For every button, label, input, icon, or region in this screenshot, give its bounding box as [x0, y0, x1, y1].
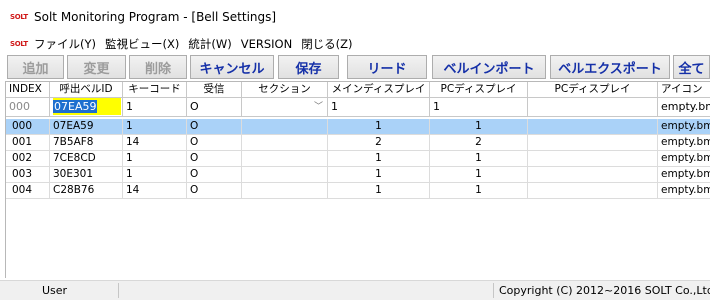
cell-pc-display-2	[528, 151, 658, 167]
bell-export-button[interactable]: ベルエクスポート	[550, 55, 670, 79]
chevron-down-icon[interactable]: ﹀	[314, 98, 323, 116]
cell-call-bell-id: C28B76	[50, 183, 123, 199]
cell-index: 002	[6, 151, 50, 167]
cell-pc-display-2	[528, 183, 658, 199]
key-code-input[interactable]: 1	[123, 98, 187, 117]
save-button[interactable]: 保存	[278, 55, 339, 79]
column-header-index[interactable]: INDEX	[6, 82, 50, 98]
bell-import-button[interactable]: ベルインポート	[432, 55, 546, 79]
cell-key-code: 14	[123, 183, 187, 199]
cell-pc-display-2	[528, 135, 658, 151]
cell-icon: empty.bmp	[658, 183, 710, 199]
cell-index: 003	[6, 167, 50, 183]
cell-index: 000	[6, 119, 50, 135]
status-copyright: Copyright (C) 2012~2016 SOLT Co.,Ltd. A	[499, 284, 710, 297]
column-header-icon[interactable]: アイコン	[658, 82, 710, 98]
column-header-section[interactable]: セクション	[242, 82, 328, 98]
table-row[interactable]: 001 7B5AF8 14 O 2 2 empty.bmp	[6, 135, 710, 151]
cell-pc-display-1: 1	[430, 151, 528, 167]
cell-received: O	[187, 167, 242, 183]
table-row[interactable]: 000 07EA59 1 O 1 1 empty.bmp	[6, 119, 710, 135]
main-display-input[interactable]: 1	[328, 98, 430, 117]
cell-pc-display-2	[528, 167, 658, 183]
received-input[interactable]: O	[187, 98, 242, 117]
delete-button[interactable]: 削除	[129, 55, 187, 79]
cell-icon: empty.bmp	[658, 135, 710, 151]
menu-bar: SOLT ファイル(Y) 監視ビュー(X) 統計(W) VERSION 閉じる(…	[0, 34, 710, 54]
column-header-call-bell-id[interactable]: 呼出ベルID	[50, 82, 123, 98]
section-select[interactable]: ﹀	[242, 98, 328, 117]
change-button[interactable]: 変更	[67, 55, 126, 79]
cell-index: 001	[6, 135, 50, 151]
cell-main-display: 1	[328, 119, 430, 135]
cell-key-code: 14	[123, 135, 187, 151]
grid-header: INDEX 呼出ベルID キーコード 受信 セクション メインディスプレイ PC…	[6, 82, 710, 98]
cell-call-bell-id: 7B5AF8	[50, 135, 123, 151]
cell-pc-display-1: 1	[430, 183, 528, 199]
cell-call-bell-id: 7CE8CD	[50, 151, 123, 167]
edit-index: 000	[6, 98, 50, 117]
column-header-main-display[interactable]: メインディスプレイ	[328, 82, 430, 98]
column-header-key-code[interactable]: キーコード	[123, 82, 187, 98]
call-bell-id-selected-text: 07EA59	[53, 100, 98, 113]
call-bell-id-input[interactable]: 07EA59	[53, 98, 121, 115]
status-user: User	[42, 284, 68, 297]
add-button[interactable]: 追加	[7, 55, 64, 79]
cell-received: O	[187, 119, 242, 135]
cell-pc-display-1: 1	[430, 119, 528, 135]
menu-version[interactable]: VERSION	[239, 37, 299, 51]
cell-section	[242, 135, 328, 151]
table-row[interactable]: 004 C28B76 14 O 1 1 empty.bmp	[6, 183, 710, 199]
cell-index: 004	[6, 183, 50, 199]
cell-section	[242, 151, 328, 167]
cell-icon: empty.bmp	[658, 119, 710, 135]
cell-pc-display-1: 2	[430, 135, 528, 151]
cell-section	[242, 119, 328, 135]
edit-row: 000 07EA59 1 O ﹀ 1 1 empty.bmp	[6, 98, 710, 117]
cell-icon: empty.bmp	[658, 151, 710, 167]
menu-monitor-view[interactable]: 監視ビュー(X)	[103, 36, 186, 52]
pc-display-1-input[interactable]: 1	[430, 98, 528, 117]
status-bar: User Copyright (C) 2012~2016 SOLT Co.,Lt…	[0, 280, 710, 300]
cell-icon: empty.bmp	[658, 167, 710, 183]
cell-call-bell-id: 30E301	[50, 167, 123, 183]
cell-received: O	[187, 135, 242, 151]
cell-main-display: 1	[328, 151, 430, 167]
toolbar: 追加 変更 削除 キャンセル 保存 リード ベルインポート ベルエクスポート 全…	[0, 55, 710, 80]
cell-main-display: 1	[328, 183, 430, 199]
cell-key-code: 1	[123, 167, 187, 183]
column-header-pc-display-2[interactable]: PCディスプレイ	[528, 82, 658, 98]
title-bar: SOLT Solt Monitoring Program - [Bell Set…	[0, 0, 710, 34]
cell-section	[242, 183, 328, 199]
menu-statistics[interactable]: 統計(W)	[186, 36, 238, 52]
cancel-button[interactable]: キャンセル	[190, 55, 274, 79]
status-divider	[493, 283, 494, 298]
cell-key-code: 1	[123, 151, 187, 167]
cell-main-display: 2	[328, 135, 430, 151]
menu-close[interactable]: 閉じる(Z)	[299, 36, 359, 52]
all-button[interactable]: 全て	[673, 55, 710, 79]
icon-input[interactable]: empty.bmp	[658, 98, 710, 117]
cell-pc-display-2	[528, 119, 658, 135]
column-header-received[interactable]: 受信	[187, 82, 242, 98]
window-title: Solt Monitoring Program - [Bell Settings…	[34, 10, 277, 24]
table-row[interactable]: 002 7CE8CD 1 O 1 1 empty.bmp	[6, 151, 710, 167]
cell-main-display: 1	[328, 167, 430, 183]
cell-call-bell-id: 07EA59	[50, 119, 123, 135]
table-row[interactable]: 003 30E301 1 O 1 1 empty.bmp	[6, 167, 710, 183]
cell-received: O	[187, 183, 242, 199]
menu-file[interactable]: ファイル(Y)	[32, 36, 103, 52]
read-button[interactable]: リード	[347, 55, 427, 79]
menu-logo-icon[interactable]: SOLT	[10, 40, 32, 48]
column-header-pc-display-1[interactable]: PCディスプレイ	[430, 82, 528, 98]
bell-settings-grid: INDEX 呼出ベルID キーコード 受信 セクション メインディスプレイ PC…	[5, 81, 710, 278]
pc-display-2-input[interactable]	[528, 98, 658, 117]
cell-pc-display-1: 1	[430, 167, 528, 183]
app-logo-icon: SOLT	[10, 12, 28, 21]
status-divider	[118, 283, 119, 298]
edit-call-bell-id-cell[interactable]: 07EA59	[50, 98, 123, 117]
cell-section	[242, 167, 328, 183]
cell-received: O	[187, 151, 242, 167]
cell-key-code: 1	[123, 119, 187, 135]
